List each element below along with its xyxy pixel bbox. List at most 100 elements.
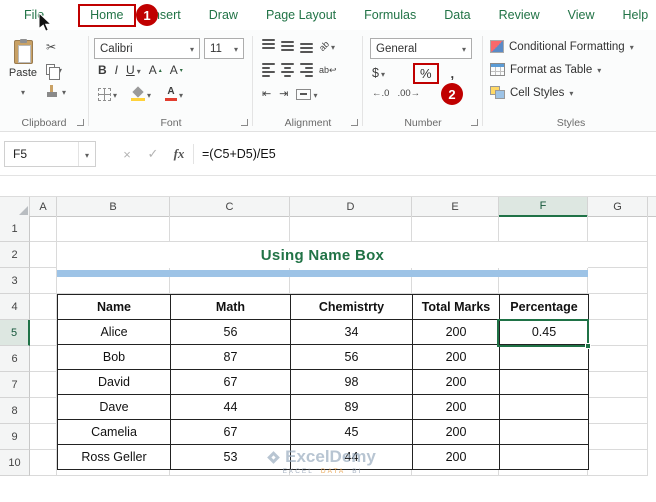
font-color-button[interactable]: A [165, 87, 183, 101]
align-middle-icon[interactable] [281, 39, 294, 53]
cell-f10[interactable] [500, 445, 589, 470]
column-header-f[interactable]: F [499, 197, 588, 217]
cell-e10[interactable]: 200 [413, 445, 500, 470]
italic-button[interactable]: I [115, 63, 118, 77]
row-header-1[interactable]: 1 [0, 216, 30, 242]
cell-b10[interactable]: Ross Geller [58, 445, 171, 470]
column-header-b[interactable]: B [57, 197, 170, 217]
paste-button[interactable]: Paste [4, 36, 42, 110]
active-cell-selection[interactable] [497, 319, 589, 347]
cell-e7[interactable]: 200 [413, 370, 500, 395]
decrease-font-size-button[interactable]: A [170, 63, 183, 77]
fill-color-button[interactable] [131, 87, 151, 101]
tab-home[interactable]: Home [78, 4, 135, 27]
formula-input[interactable]: =(C5+D5)/E5 [202, 132, 276, 176]
tab-draw[interactable]: Draw [195, 0, 252, 30]
row-header-6[interactable]: 6 [0, 346, 30, 372]
header-math[interactable]: Math [171, 295, 291, 320]
cell-d8[interactable]: 89 [291, 395, 413, 420]
cell-b9[interactable]: Camelia [58, 420, 171, 445]
align-left-icon[interactable] [262, 63, 275, 77]
cell-d9[interactable]: 45 [291, 420, 413, 445]
cell-d10[interactable]: 44 [291, 445, 413, 470]
number-format-combo[interactable]: General [370, 38, 472, 59]
merge-center-button[interactable] [296, 87, 317, 101]
tab-help[interactable]: Help [609, 0, 656, 30]
dialog-launcher-icon[interactable] [351, 119, 358, 126]
enter-button[interactable]: ✓ [142, 132, 164, 176]
decrease-indent-button[interactable]: ⇤ [262, 89, 271, 100]
cell-c6[interactable]: 87 [171, 345, 291, 370]
name-box[interactable]: F5 [4, 141, 96, 167]
cell-b7[interactable]: David [58, 370, 171, 395]
increase-decimal-button[interactable]: ←.0 [372, 88, 389, 99]
increase-font-size-button[interactable]: A [149, 63, 162, 77]
align-center-icon[interactable] [281, 63, 294, 77]
align-top-icon[interactable] [262, 39, 275, 53]
header-chemistry[interactable]: Chemistrty [291, 295, 413, 320]
cell-f7[interactable] [500, 370, 589, 395]
cell-e8[interactable]: 200 [413, 395, 500, 420]
percent-style-button[interactable]: % [420, 66, 432, 81]
cell-d5[interactable]: 34 [291, 320, 413, 345]
cell-c8[interactable]: 44 [171, 395, 291, 420]
cut-button[interactable]: ✂ [46, 39, 56, 55]
dialog-launcher-icon[interactable] [77, 119, 84, 126]
row-header-5[interactable]: 5 [0, 320, 30, 346]
dialog-launcher-icon[interactable] [241, 119, 248, 126]
cell-b6[interactable]: Bob [58, 345, 171, 370]
cancel-button[interactable]: × [116, 132, 138, 176]
comma-style-button[interactable]: , [451, 66, 455, 81]
borders-button[interactable] [98, 87, 117, 101]
row-header-9[interactable]: 9 [0, 424, 30, 450]
format-as-table-button[interactable]: Format as Table [490, 63, 601, 76]
tab-review[interactable]: Review [485, 0, 554, 30]
align-right-icon[interactable] [300, 63, 313, 77]
cell-e9[interactable]: 200 [413, 420, 500, 445]
row-header-7[interactable]: 7 [0, 372, 30, 398]
tab-data[interactable]: Data [430, 0, 484, 30]
fill-handle[interactable] [585, 343, 591, 349]
accounting-format-button[interactable]: $ [372, 66, 385, 80]
column-header-c[interactable]: C [170, 197, 290, 217]
column-header-d[interactable]: D [290, 197, 412, 217]
column-header-a[interactable]: A [30, 197, 57, 217]
conditional-formatting-button[interactable]: Conditional Formatting [490, 40, 634, 53]
increase-indent-button[interactable]: ⇥ [279, 89, 288, 100]
column-header-g[interactable]: G [588, 197, 648, 217]
row-header-10[interactable]: 10 [0, 450, 30, 476]
tab-formulas[interactable]: Formulas [350, 0, 430, 30]
tab-page-layout[interactable]: Page Layout [252, 0, 350, 30]
cell-c5[interactable]: 56 [171, 320, 291, 345]
select-all-corner[interactable] [0, 197, 30, 217]
cell-b8[interactable]: Dave [58, 395, 171, 420]
wrap-text-button[interactable]: ab↩ [319, 65, 337, 76]
cell-e5[interactable]: 200 [413, 320, 500, 345]
copy-button[interactable] [46, 61, 62, 77]
row-header-2[interactable]: 2 [0, 242, 30, 268]
cell-f9[interactable] [500, 420, 589, 445]
name-box-dropdown[interactable] [78, 142, 95, 166]
row-header-8[interactable]: 8 [0, 398, 30, 424]
cell-d7[interactable]: 98 [291, 370, 413, 395]
column-header-e[interactable]: E [412, 197, 499, 217]
bold-button[interactable]: B [98, 63, 107, 77]
cell-e6[interactable]: 200 [413, 345, 500, 370]
insert-function-button[interactable]: fx [168, 132, 190, 176]
header-name[interactable]: Name [58, 295, 171, 320]
cell-f8[interactable] [500, 395, 589, 420]
header-percentage[interactable]: Percentage [500, 295, 589, 320]
decrease-decimal-button[interactable]: .00→ [397, 88, 420, 99]
header-total-marks[interactable]: Total Marks [413, 295, 500, 320]
orientation-button[interactable]: ab [319, 39, 335, 53]
underline-button[interactable]: U [126, 63, 141, 77]
cell-c9[interactable]: 67 [171, 420, 291, 445]
align-bottom-icon[interactable] [300, 39, 313, 53]
cell-c7[interactable]: 67 [171, 370, 291, 395]
cell-f6[interactable] [500, 345, 589, 370]
row-header-4[interactable]: 4 [0, 294, 30, 320]
format-painter-button[interactable] [46, 83, 66, 99]
cell-c10[interactable]: 53 [171, 445, 291, 470]
dialog-launcher-icon[interactable] [471, 119, 478, 126]
row-header-3[interactable]: 3 [0, 268, 30, 294]
